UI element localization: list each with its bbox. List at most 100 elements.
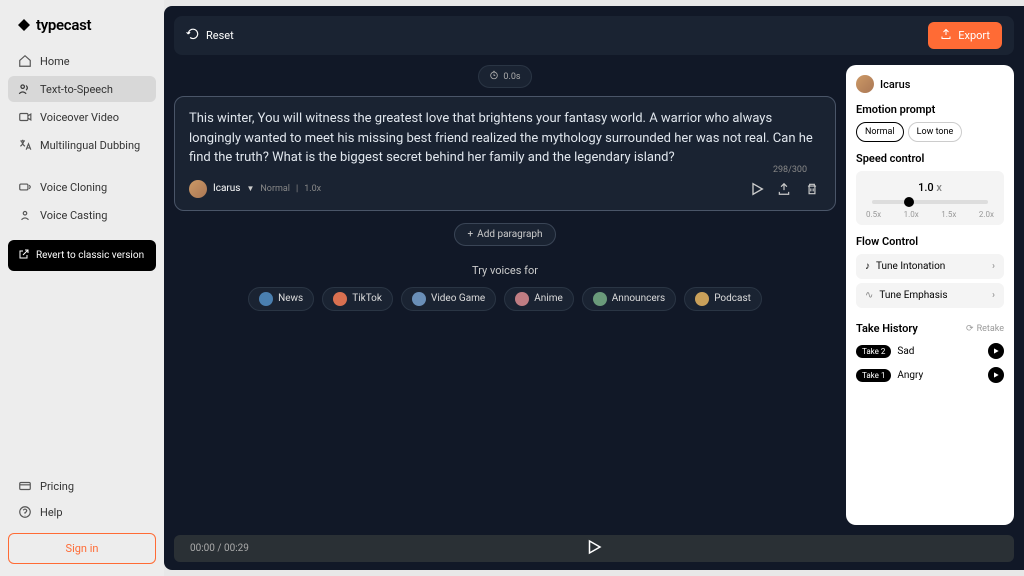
- panel-avatar: [856, 75, 874, 93]
- duration-badge[interactable]: 0.0s: [478, 65, 531, 88]
- sidebar-item-home[interactable]: Home: [8, 48, 156, 74]
- sidebar-item-label: Voice Casting: [40, 209, 107, 222]
- chevron-down-icon: ▼: [246, 184, 254, 193]
- voice-selector[interactable]: Icarus ▼ Normal | 1.0x: [189, 180, 321, 198]
- speed-unit: x: [936, 181, 942, 194]
- flow-emphasis[interactable]: ∿Tune Emphasis ›: [856, 283, 1004, 308]
- speed-slider[interactable]: [872, 200, 988, 204]
- take-label: Sad: [897, 346, 914, 357]
- pill-avatar: [695, 292, 709, 306]
- emotion-title: Emotion prompt: [856, 103, 1004, 116]
- revert-label: Revert to classic version: [36, 250, 144, 261]
- topbar: Reset Export: [174, 16, 1014, 55]
- take-play-button[interactable]: [988, 343, 1004, 359]
- play-icon[interactable]: [749, 181, 765, 197]
- sidebar-item-tts[interactable]: Text-to-Speech: [8, 76, 156, 102]
- pill-label: TikTok: [352, 293, 382, 304]
- flow-intonation[interactable]: ♪Tune Intonation ›: [856, 254, 1004, 279]
- tts-icon: [18, 82, 32, 96]
- logo-icon: [16, 17, 32, 33]
- logo[interactable]: typecast: [8, 12, 156, 48]
- plus-icon: +: [467, 229, 473, 240]
- sidebar-item-label: Multilingual Dubbing: [40, 139, 140, 152]
- sidebar-item-label: Voice Cloning: [40, 181, 107, 194]
- pill-avatar: [515, 292, 529, 306]
- voice-pill-announcers[interactable]: Announcers: [582, 287, 676, 311]
- take-label: Angry: [897, 370, 923, 381]
- export-button[interactable]: Export: [928, 22, 1002, 49]
- sidebar-item-pricing[interactable]: Pricing: [8, 473, 156, 499]
- history-title: Take History: [856, 322, 918, 335]
- speed-title: Speed control: [856, 152, 1004, 165]
- sidebar-item-label: Home: [40, 55, 70, 68]
- retake-label: Retake: [977, 324, 1004, 334]
- right-panel: Icarus Emotion prompt Normal Low tone Sp…: [846, 65, 1014, 525]
- reset-label: Reset: [206, 29, 234, 42]
- sidebar-item-cloning[interactable]: Voice Cloning: [8, 174, 156, 200]
- text-card: This winter, You will witness the greate…: [174, 96, 836, 211]
- voice-pill-anime[interactable]: Anime: [504, 287, 574, 311]
- pill-avatar: [412, 292, 426, 306]
- signin-label: Sign in: [66, 542, 99, 555]
- home-icon: [18, 54, 32, 68]
- add-paragraph-button[interactable]: + Add paragraph: [454, 223, 555, 246]
- card-icon: [18, 479, 32, 493]
- sidebar-item-help[interactable]: Help: [8, 499, 156, 525]
- voice-pill-news[interactable]: News: [248, 287, 314, 311]
- voice-speed: 1.0x: [304, 184, 321, 194]
- pill-avatar: [333, 292, 347, 306]
- sidebar-item-voiceover[interactable]: Voiceover Video: [8, 104, 156, 130]
- slider-thumb[interactable]: [904, 197, 914, 207]
- sidebar-item-label: Text-to-Speech: [40, 83, 113, 96]
- try-voices-label: Try voices for: [248, 264, 762, 277]
- emotion-normal[interactable]: Normal: [856, 122, 904, 142]
- external-icon: [18, 248, 30, 263]
- pill-label: Anime: [534, 293, 563, 304]
- clone-icon: [18, 180, 32, 194]
- voice-pills: News TikTok Video Game Anime Announcers Podca…: [248, 287, 762, 311]
- pill-avatar: [259, 292, 273, 306]
- sidebar-item-label: Voiceover Video: [40, 111, 119, 124]
- add-paragraph-label: Add paragraph: [477, 229, 542, 240]
- take-row: Take 2 Sad: [856, 343, 1004, 359]
- casting-icon: [18, 208, 32, 222]
- voice-emotion: Normal: [260, 184, 290, 194]
- voice-pill-video-game[interactable]: Video Game: [401, 287, 496, 311]
- reset-icon: [186, 27, 200, 44]
- text-input[interactable]: This winter, You will witness the greate…: [189, 109, 821, 168]
- sidebar-item-casting[interactable]: Voice Casting: [8, 202, 156, 228]
- emotion-lowtone[interactable]: Low tone: [908, 122, 963, 142]
- take-play-button[interactable]: [988, 367, 1004, 383]
- flow-title: Flow Control: [856, 235, 1004, 248]
- signin-button[interactable]: Sign in: [8, 533, 156, 564]
- sidebar-item-label: Help: [40, 506, 63, 519]
- revert-button[interactable]: Revert to classic version: [8, 240, 156, 271]
- sidebar-item-label: Pricing: [40, 480, 74, 493]
- duration-value: 0.0s: [503, 72, 520, 82]
- retake-button[interactable]: ⟳ Retake: [966, 324, 1004, 334]
- trash-icon[interactable]: [805, 181, 821, 197]
- pill-label: Video Game: [431, 293, 485, 304]
- clock-icon: [489, 70, 499, 83]
- take-badge: Take 2: [856, 345, 891, 358]
- sidebar-item-dubbing[interactable]: Multilingual Dubbing: [8, 132, 156, 158]
- pill-avatar: [593, 292, 607, 306]
- voice-name: Icarus: [213, 183, 240, 194]
- player-play-button[interactable]: [585, 538, 603, 560]
- sidebar: typecast Home Text-to-Speech Voiceover V…: [0, 0, 164, 576]
- pill-label: Podcast: [714, 293, 751, 304]
- char-count: 298/300: [773, 165, 807, 175]
- player-bar: 00:00 / 00:29: [174, 535, 1014, 562]
- video-icon: [18, 110, 32, 124]
- take-row: Take 1Angry: [856, 367, 1004, 383]
- share-icon[interactable]: [777, 181, 793, 197]
- chevron-right-icon: ›: [992, 290, 995, 301]
- voice-pill-podcast[interactable]: Podcast: [684, 287, 762, 311]
- chevron-right-icon: ›: [992, 261, 995, 272]
- reset-button[interactable]: Reset: [186, 27, 234, 44]
- export-label: Export: [958, 29, 990, 42]
- retake-icon: ⟳: [966, 324, 974, 334]
- pill-label: News: [278, 293, 303, 304]
- pill-label: Announcers: [612, 293, 665, 304]
- voice-pill-tiktok[interactable]: TikTok: [322, 287, 393, 311]
